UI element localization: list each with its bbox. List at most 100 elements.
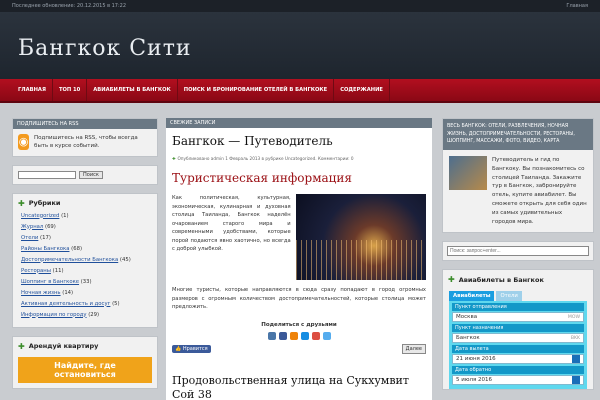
list-item: Журнал (69) [21, 222, 151, 233]
rubric-count: (69) [45, 223, 56, 230]
list-item: Районы Бангкока (68) [21, 244, 151, 255]
nav-item-hotels[interactable]: ПОИСК И БРОНИРОВАНИЕ ОТЕЛЕЙ В БАНГКОКЕ [178, 79, 335, 101]
return-value: 5 июля 2016 [456, 377, 493, 384]
main-content: СВЕЖИЕ ЗАПИСИ Бангкок — Путеводитель ✚ Оп… [166, 118, 432, 400]
search-button[interactable]: Поиск [79, 170, 103, 179]
rent-button[interactable]: Найдите, где остановиться [18, 356, 152, 383]
to-value: Бангкок [456, 335, 480, 342]
nav-item-flights[interactable]: АВИАБИЛЕТЫ В БАНГКОК [87, 79, 178, 101]
list-item: Ночная жизнь (14) [21, 288, 151, 299]
from-label: Пункт отправления [452, 303, 584, 312]
share-icons [172, 331, 426, 340]
list-item: Достопримечательности Бангкока (45) [21, 255, 151, 266]
rubric-count: (14) [62, 289, 74, 296]
post-meta: ✚ Опубликовано admin 1 Февраль 2013 в руб… [172, 156, 426, 161]
bangkok-thumbnail [449, 156, 487, 191]
rss-widget: ПОДПИШИТЕСЬ НА RSS ◉ Подпишитесь на RSS,… [12, 118, 158, 157]
to-code: BKK [570, 335, 580, 341]
search-input[interactable] [18, 170, 76, 179]
tags-header: ВЕСЬ БАНГКОК: ОТЕЛИ, РАЗВЛЕЧЕНИЯ, НОЧНАЯ… [443, 119, 593, 151]
to-label: Пункт назначения [452, 324, 584, 333]
rss-text: Подпишитесь на RSS, чтобы всегда быть в … [34, 135, 138, 150]
star-icon: ✚ [18, 341, 25, 351]
google-icon[interactable] [311, 331, 320, 340]
share-title: Поделиться с друзьями [261, 321, 337, 328]
list-item: Uncategorized (1) [21, 211, 151, 222]
list-item: Отели (17) [21, 233, 151, 244]
rubric-link[interactable]: Активная деятельность и досуг [21, 301, 110, 307]
calendar-icon[interactable] [572, 376, 580, 385]
rubric-count: (11) [52, 267, 64, 274]
departure-field[interactable]: 21 июня 2016 [452, 354, 584, 365]
rubric-link[interactable]: Рестораны [21, 268, 51, 274]
nav-item-home[interactable]: ГЛАВНАЯ [12, 79, 53, 101]
star-icon: ✚ [18, 198, 25, 208]
departure-label: Дата вылета [452, 345, 584, 354]
flight-form: Пункт отправления Москва MOW Пункт назнач… [449, 301, 587, 390]
departure-value: 21 июня 2016 [456, 356, 496, 363]
tab-hotels[interactable]: Отели [496, 291, 522, 302]
rubric-link[interactable]: Достопримечательности Бангкока [21, 257, 118, 263]
rubric-count: (17) [40, 234, 51, 241]
home-link[interactable]: Главная [566, 3, 588, 9]
rubric-link[interactable]: Uncategorized [21, 213, 59, 219]
rent-title: Арендуй квартиру [28, 342, 99, 350]
vk-icon[interactable] [267, 331, 276, 340]
rubric-count: (5) [112, 300, 120, 307]
main-nav: ГЛАВНАЯ ТОП 10 АВИАБИЛЕТЫ В БАНГКОК ПОИС… [0, 79, 600, 103]
list-item: Информация по городу (29) [21, 310, 151, 321]
rubric-count: (68) [71, 245, 83, 252]
list-item: Шоппинг в Бангкоке (33) [21, 277, 151, 288]
about-text: Путеводитель и гид по Бангкоку. Вы позна… [492, 157, 587, 225]
left-sidebar: ПОДПИШИТЕСЬ НА RSS ◉ Подпишитесь на RSS,… [12, 118, 158, 397]
more-button[interactable]: Далее [401, 343, 426, 354]
like-label: Нравится [182, 345, 208, 352]
flights-widget: ✚ Авиабилеты в Бангкок Авиабилеты Отели П… [442, 269, 594, 391]
rent-widget: ✚ Арендуй квартиру Найдите, где остановит… [12, 335, 158, 389]
tab-flights[interactable]: Авиабилеты [449, 291, 495, 302]
search-input[interactable] [447, 246, 589, 257]
city-night-image [295, 194, 427, 280]
like-button[interactable]: 👍 Нравится [172, 344, 211, 353]
last-updated-text: Последнее обновление: 20.12.2015 в 17:22 [12, 3, 127, 9]
rubric-count: (29) [88, 311, 100, 318]
rubric-link[interactable]: Информация по городу [21, 312, 87, 318]
calendar-icon[interactable] [572, 355, 580, 364]
post: Бангкок — Путеводитель ✚ Опубликовано adm… [166, 128, 432, 360]
post-title[interactable]: Бангкок — Путеводитель [172, 134, 426, 148]
rubric-link[interactable]: Отели [21, 235, 38, 241]
search-widget: Поиск [12, 164, 158, 185]
rubrics-title: Рубрики [28, 199, 61, 207]
star-icon: ✚ [448, 275, 455, 285]
post-heading: Туристическая информация [172, 171, 352, 185]
mailru-icon[interactable] [300, 331, 309, 340]
post-paragraph: Как политическая, культурная, экономичес… [172, 195, 291, 253]
rubric-link[interactable]: Журнал [21, 224, 43, 230]
post-icon: ✚ [172, 156, 176, 161]
list-item: Активная деятельность и досуг (5) [21, 299, 151, 310]
to-field[interactable]: Бангкок BKK [452, 333, 584, 344]
rss-widget-title: ПОДПИШИТЕСЬ НА RSS [13, 119, 157, 129]
facebook-icon[interactable] [278, 331, 287, 340]
rubric-link[interactable]: Районы Бангкока [21, 246, 69, 252]
nav-item-top10[interactable]: ТОП 10 [53, 79, 88, 101]
from-code: MOW [567, 314, 580, 320]
return-field[interactable]: 5 июля 2016 [452, 375, 584, 386]
top-bar: Последнее обновление: 20.12.2015 в 17:22… [0, 0, 600, 12]
twitter-icon[interactable] [322, 331, 331, 340]
site-header: Бангкок Сити [0, 12, 600, 79]
site-title[interactable]: Бангкок Сити [18, 36, 192, 61]
from-value: Москва [456, 314, 478, 321]
post-title[interactable]: Продовольственная улица на Сукхумвит Сой… [166, 374, 432, 400]
right-sidebar: ВЕСЬ БАНГКОК: ОТЕЛИ, РАЗВЛЕЧЕНИЯ, НОЧНАЯ… [442, 118, 594, 398]
nav-item-contents[interactable]: СОДЕРЖАНИЕ [334, 79, 390, 101]
from-field[interactable]: Москва MOW [452, 312, 584, 323]
odnoklassniki-icon[interactable] [289, 331, 298, 340]
rubric-link[interactable]: Шоппинг в Бангкоке [21, 279, 79, 285]
section-title: СВЕЖИЕ ЗАПИСИ [166, 118, 432, 128]
post-meta-text: Опубликовано admin 1 Февраль 2013 в рубр… [177, 156, 354, 161]
rss-icon[interactable]: ◉ [18, 134, 30, 151]
rubric-link[interactable]: Ночная жизнь [21, 290, 61, 296]
rubric-count: (45) [119, 256, 131, 263]
about-widget: ВЕСЬ БАНГКОК: ОТЕЛИ, РАЗВЛЕЧЕНИЯ, НОЧНАЯ… [442, 118, 594, 234]
